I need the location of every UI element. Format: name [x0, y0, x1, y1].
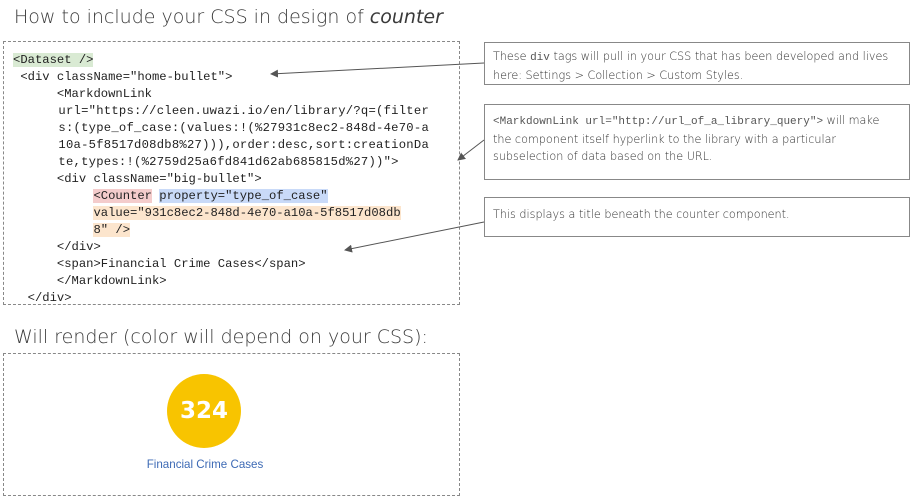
arrow-to-home-bullet: [270, 62, 485, 78]
arrow-to-span: [344, 221, 485, 253]
counter-circle[interactable]: 324: [167, 374, 241, 448]
counter-label-link[interactable]: Financial Crime Cases: [144, 458, 266, 471]
render-title: Will render (color will depend on your C…: [14, 326, 428, 348]
arrow-to-markdown-link: [457, 139, 485, 161]
